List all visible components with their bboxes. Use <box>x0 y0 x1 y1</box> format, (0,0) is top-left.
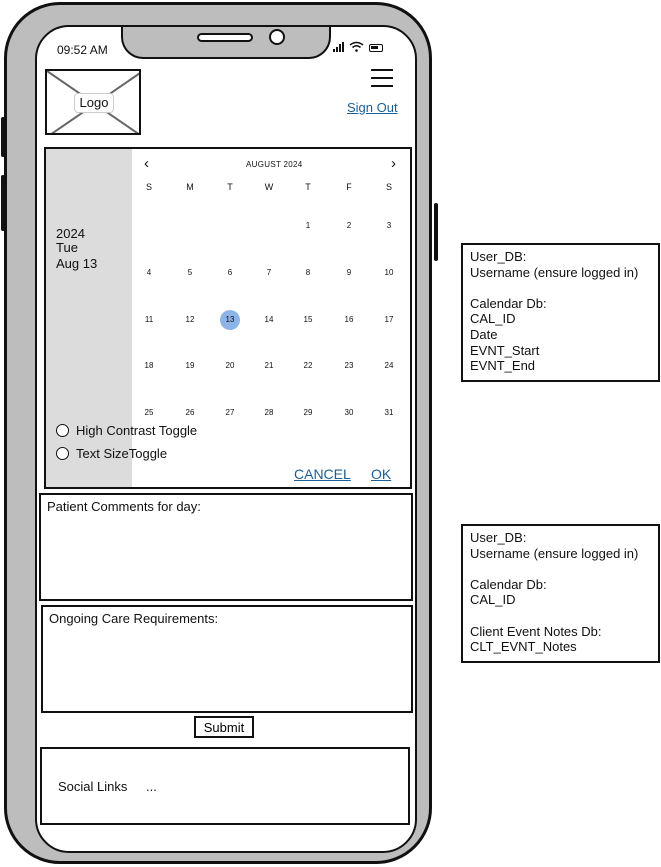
speaker-icon <box>197 33 253 42</box>
note-line: Calendar Db: <box>470 295 547 311</box>
text-size-label: Text SizeToggle <box>76 446 168 461</box>
weekday-header: S <box>385 182 392 192</box>
calendar-day[interactable]: 14 <box>259 310 279 330</box>
care-requirements-label: Ongoing Care Requirements: <box>49 611 219 626</box>
calendar-day[interactable]: 1 <box>298 216 318 236</box>
weekday-header: F <box>346 182 352 192</box>
calendar-day[interactable]: 15 <box>298 310 318 330</box>
patient-comments-textarea[interactable]: Patient Comments for day: <box>39 493 413 601</box>
next-month-icon[interactable]: › <box>391 156 396 171</box>
calendar-day[interactable]: 6 <box>220 263 240 283</box>
signal-icon <box>333 41 344 52</box>
month-label: AUGUST 2024 <box>246 160 303 169</box>
weekday-header: S <box>145 182 152 192</box>
text-size-toggle[interactable]: Text SizeToggle <box>56 446 167 461</box>
status-time: 09:52 AM <box>57 43 108 57</box>
calendar-day[interactable]: 9 <box>339 263 359 283</box>
note-line: User_DB: <box>470 249 527 264</box>
social-links-more[interactable]: ... <box>146 779 157 794</box>
footer: Social Links ... <box>40 747 410 825</box>
side-button-left <box>1 175 5 231</box>
calendar-day[interactable]: 11 <box>139 310 159 330</box>
weekday-header: T <box>305 182 311 192</box>
battery-icon <box>369 44 383 52</box>
calendar-day[interactable]: 31 <box>379 403 399 423</box>
calendar-day[interactable]: 16 <box>339 310 359 330</box>
calendar-day[interactable]: 10 <box>379 263 399 283</box>
calendar-day[interactable]: 21 <box>259 356 279 376</box>
calendar-day[interactable]: 25 <box>139 403 159 423</box>
status-icons <box>333 41 383 52</box>
note-line <box>470 561 651 577</box>
calendar-day[interactable]: 27 <box>220 403 240 423</box>
wifi-icon <box>349 41 364 52</box>
note-line: CAL_ID <box>470 311 516 327</box>
phone-screen: 09:52 AM Logo Sign Out 2024 Tue Aug 13 ‹… <box>35 25 417 853</box>
selected-date: Aug 13 <box>56 256 98 271</box>
camera-icon <box>269 29 285 45</box>
calendar-day[interactable]: 30 <box>339 403 359 423</box>
note-line: Calendar Db: <box>470 576 547 592</box>
note-line: Username (ensure logged in) <box>470 264 639 280</box>
calendar-day[interactable]: 26 <box>180 403 200 423</box>
cancel-button[interactable]: CANCEL <box>294 466 351 482</box>
note-line: CAL_ID <box>470 592 516 608</box>
calendar-day[interactable]: 22 <box>298 356 318 376</box>
db-note-comments: User_DB: Username (ensure logged in) Cal… <box>461 524 660 663</box>
phone-frame: 09:52 AM Logo Sign Out 2024 Tue Aug 13 ‹… <box>1 2 438 864</box>
weekday-header: T <box>227 182 233 192</box>
prev-month-icon[interactable]: ‹ <box>144 156 149 171</box>
calendar-day[interactable]: 5 <box>180 263 200 283</box>
date-picker: 2024 Tue Aug 13 ‹ AUGUST 2024 › SMTWTFS1… <box>44 147 412 489</box>
notch <box>121 27 331 59</box>
calendar-day[interactable]: 29 <box>298 403 318 423</box>
ok-button[interactable]: OK <box>371 466 391 482</box>
note-line: Username (ensure logged in) <box>470 545 639 561</box>
patient-comments-label: Patient Comments for day: <box>47 499 201 514</box>
side-button-left <box>1 117 5 157</box>
calendar-day[interactable]: 17 <box>379 310 399 330</box>
high-contrast-toggle[interactable]: High Contrast Toggle <box>56 423 197 438</box>
logo: Logo <box>45 69 141 135</box>
side-button-right <box>434 203 438 261</box>
calendar-day[interactable]: 3 <box>379 216 399 236</box>
radio-icon <box>56 447 69 460</box>
note-line <box>470 608 651 624</box>
note-line: User_DB: <box>470 530 527 545</box>
logo-label: Logo <box>74 93 114 113</box>
note-line: CLT_EVNT_Notes <box>470 639 577 655</box>
note-line: EVNT_End <box>470 358 536 374</box>
note-line <box>470 280 651 296</box>
calendar-day[interactable]: 2 <box>339 216 359 236</box>
calendar-day[interactable]: 19 <box>180 356 200 376</box>
submit-button[interactable]: Submit <box>194 716 254 738</box>
note-line: Date <box>470 326 498 342</box>
selected-year: 2024 <box>56 226 85 241</box>
calendar-day[interactable]: 24 <box>379 356 399 376</box>
weekday-header: W <box>264 182 274 192</box>
calendar-day[interactable]: 28 <box>259 403 279 423</box>
sign-out-link[interactable]: Sign Out <box>347 100 398 115</box>
db-note-calendar: User_DB: Username (ensure logged in) Cal… <box>461 243 660 382</box>
care-requirements-textarea[interactable]: Ongoing Care Requirements: <box>41 605 413 713</box>
social-links-label: Social Links <box>58 779 128 794</box>
calendar-day[interactable]: 20 <box>220 356 240 376</box>
radio-icon <box>56 424 69 437</box>
calendar-day[interactable]: 12 <box>180 310 200 330</box>
calendar-day[interactable]: 23 <box>339 356 359 376</box>
high-contrast-label: High Contrast Toggle <box>76 423 198 438</box>
weekday-header: M <box>186 182 194 192</box>
calendar-day[interactable]: 18 <box>139 356 159 376</box>
calendar-day-selected[interactable]: 13 <box>220 310 240 330</box>
note-line: Client Event Notes Db: <box>470 623 602 639</box>
calendar-day[interactable]: 8 <box>298 263 318 283</box>
calendar-day[interactable]: 7 <box>259 263 279 283</box>
calendar-day[interactable]: 4 <box>139 263 159 283</box>
note-line: EVNT_Start <box>470 342 540 358</box>
hamburger-menu-icon[interactable] <box>371 69 393 89</box>
selected-weekday: Tue <box>56 240 78 255</box>
